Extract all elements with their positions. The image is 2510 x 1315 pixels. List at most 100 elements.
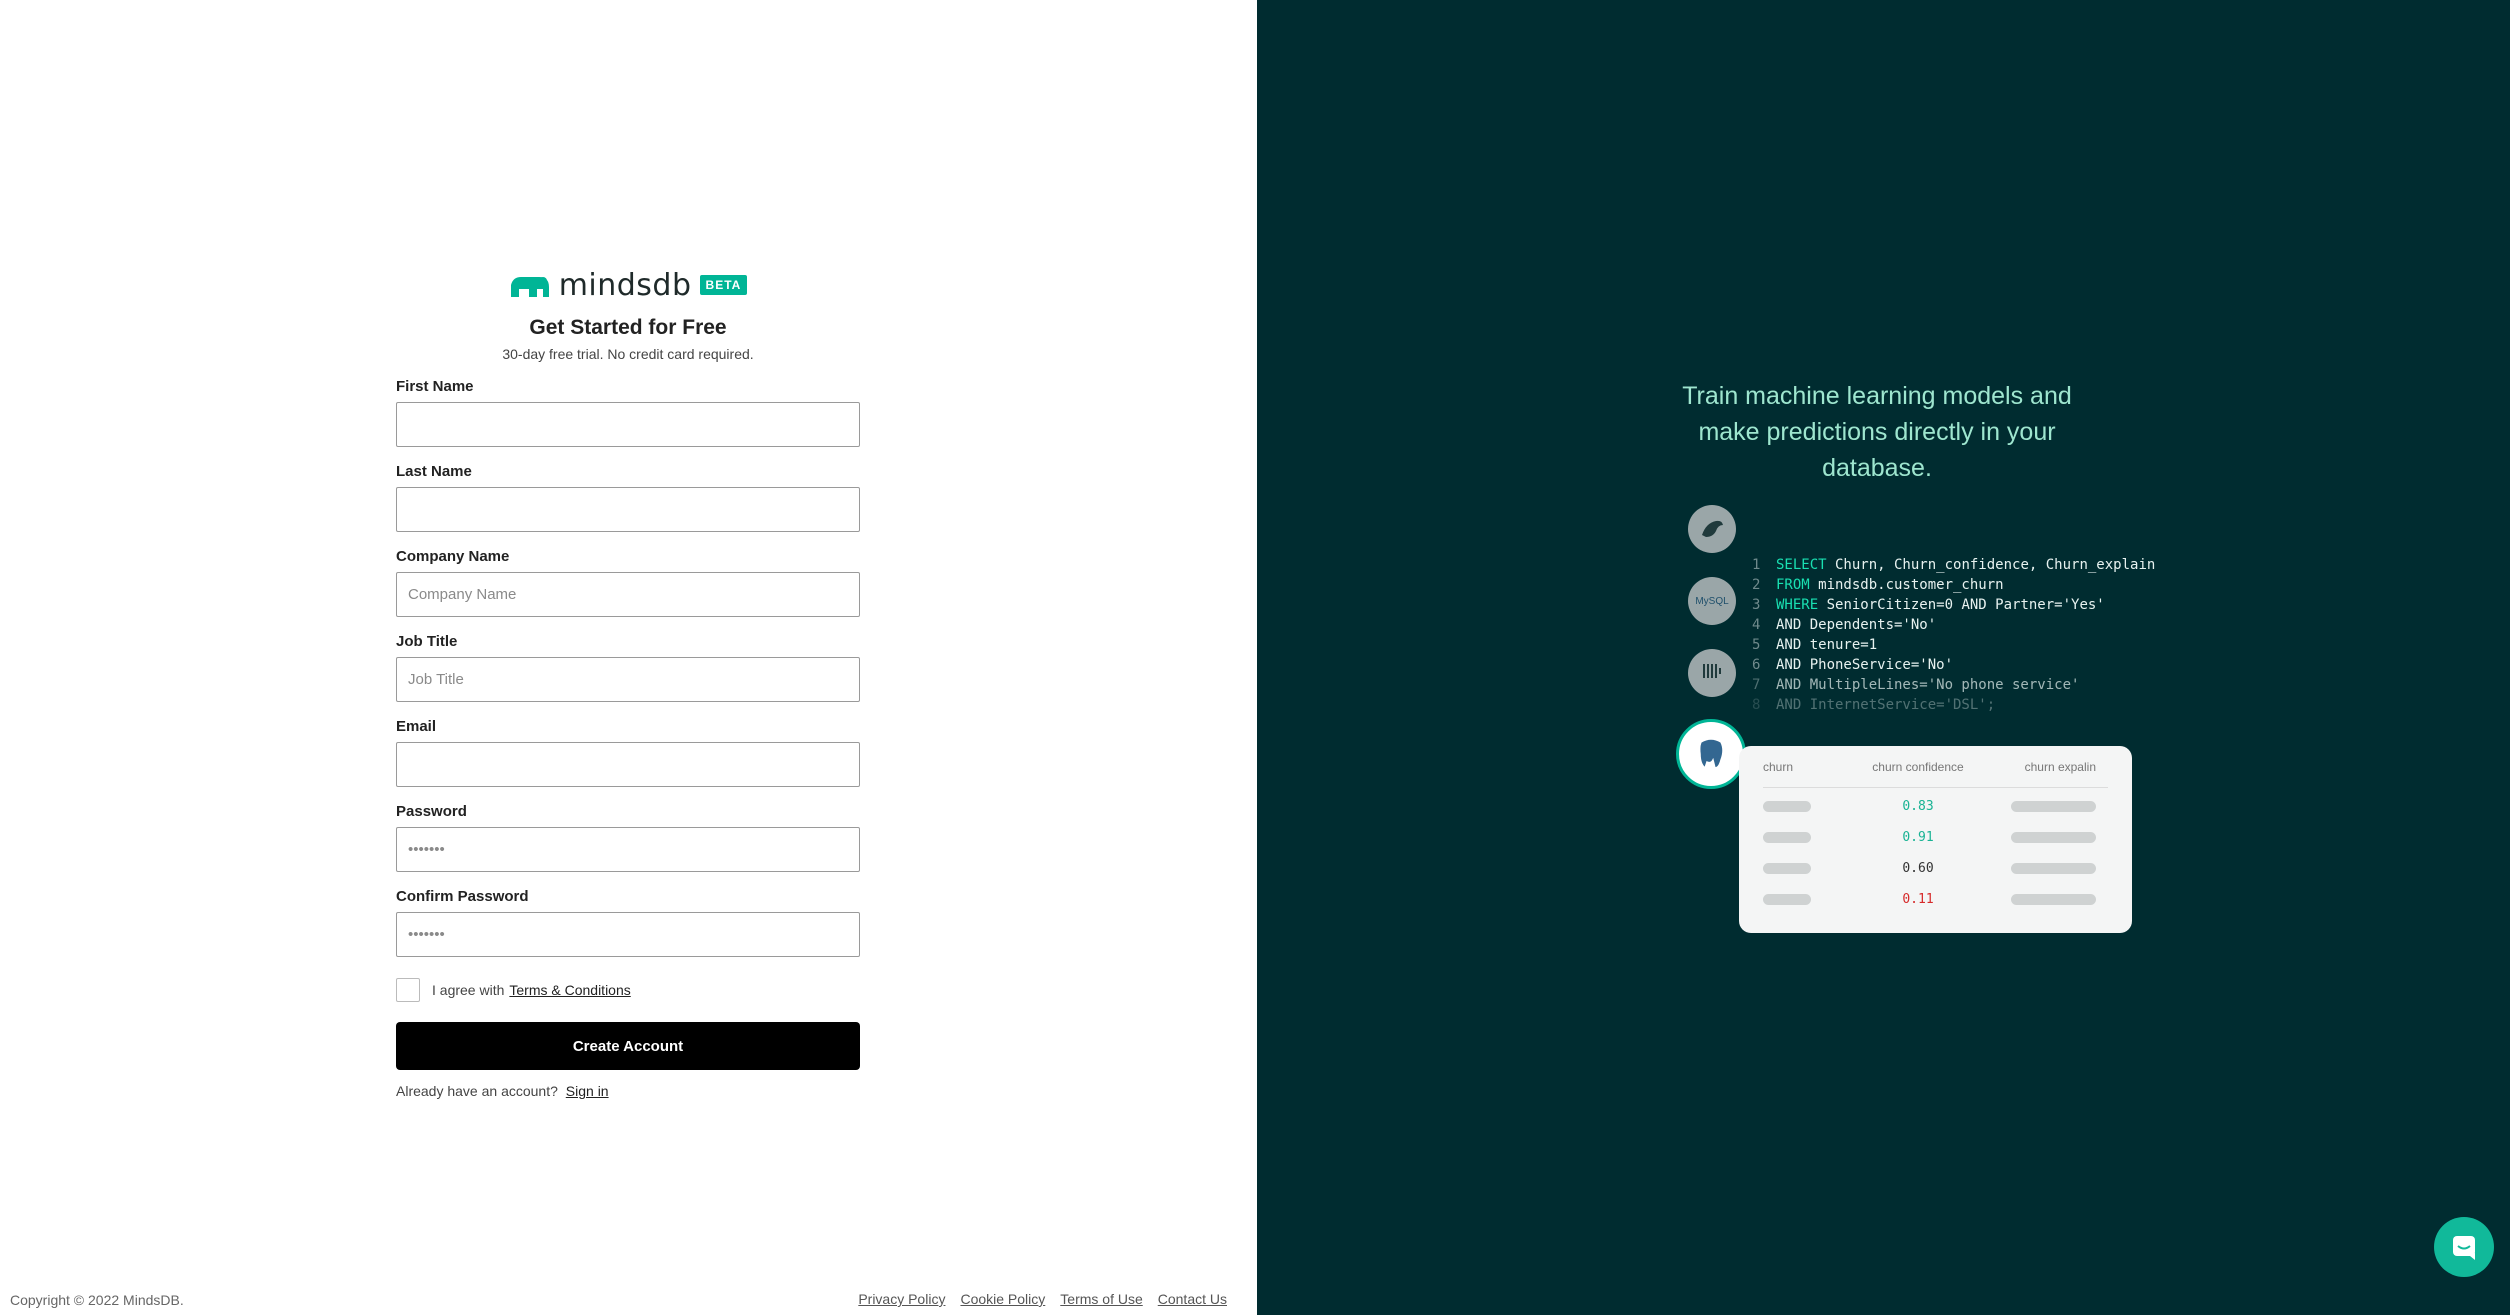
code-line-number: 1 [1752, 557, 1761, 573]
create-account-button[interactable]: Create Account [396, 1022, 860, 1070]
code-line-text: AND InternetService='DSL'; [1776, 695, 1995, 715]
email-field: Email [396, 718, 860, 787]
churn-confidence-value: 0.11 [1902, 892, 1934, 907]
code-line: 5 AND tenure=1 [1752, 635, 2155, 655]
code-line-text: WHERE SeniorCitizen=0 AND Partner='Yes' [1776, 595, 2105, 615]
terms-link[interactable]: Terms & Conditions [509, 982, 630, 998]
mariadb-seal-icon [1702, 520, 1723, 537]
placeholder-bar [1763, 863, 1811, 874]
code-line: 1 SELECT Churn, Churn_confidence, Churn_e… [1752, 555, 2155, 575]
placeholder-bar [2011, 863, 2096, 874]
churn-placeholder-cell [1763, 801, 1853, 812]
signin-link[interactable]: Sign in [566, 1083, 609, 1099]
code-line-number: 8 [1752, 697, 1761, 713]
company-name-input[interactable] [396, 572, 860, 617]
code-line-text: SELECT Churn, Churn_confidence, Churn_ex… [1776, 555, 2155, 575]
confirm-password-label: Confirm Password [396, 888, 529, 905]
cookie-policy-link[interactable]: Cookie Policy [960, 1291, 1045, 1307]
email-label: Email [396, 718, 437, 735]
code-line-text: AND Dependents='No' [1776, 615, 1936, 635]
code-line: 8 AND InternetService='DSL'; [1752, 695, 2155, 715]
confirm-password-field: Confirm Password [396, 888, 860, 957]
churn-explain-placeholder-cell [1983, 832, 2108, 843]
sql-text: AND PhoneService='No' [1776, 657, 1954, 673]
mysql-icon: MySQL [1688, 577, 1736, 625]
code-line: 3 WHERE SeniorCitizen=0 AND Partner='Yes' [1752, 595, 2155, 615]
churn-confidence-value: 0.60 [1902, 861, 1934, 876]
code-line-number: 2 [1752, 577, 1761, 593]
first-name-label: First Name [396, 378, 474, 395]
beta-badge: BETA [699, 275, 748, 295]
password-input[interactable] [396, 827, 860, 872]
sql-text: AND MultipleLines='No phone service' [1776, 677, 2080, 693]
first-name-input[interactable] [396, 402, 860, 447]
signup-panel: mindsdb BETA Get Started for Free 30-day… [0, 0, 1257, 1315]
contact-us-link[interactable]: Contact Us [1158, 1291, 1227, 1307]
code-line-text: AND PhoneService='No' [1776, 655, 1953, 675]
result-row: 0.91 [1763, 822, 2108, 853]
email-input[interactable] [396, 742, 860, 787]
job-title-input[interactable] [396, 657, 860, 702]
prediction-results-card: churn churn confidence churn expalin 0.8… [1739, 746, 2132, 933]
sql-text: Churn, Churn_confidence, Churn_explain [1826, 557, 2156, 573]
last-name-field: Last Name [396, 463, 860, 532]
code-line-number: 4 [1752, 617, 1761, 633]
code-line: 6 AND PhoneService='No' [1752, 655, 2155, 675]
header-churn-confidence: churn confidence [1872, 759, 1964, 774]
footer-links: Privacy Policy Cookie Policy Terms of Us… [858, 1291, 1227, 1307]
code-line: 4 AND Dependents='No' [1752, 615, 2155, 635]
churn-explain-placeholder-cell [1983, 894, 2108, 905]
churn-placeholder-cell [1763, 832, 1853, 843]
result-row: 0.60 [1763, 853, 2108, 884]
postgresql-elephant-icon [1698, 738, 1724, 770]
sql-keyword: WHERE [1776, 597, 1819, 613]
placeholder-bar [2011, 801, 2096, 812]
code-line-text: AND tenure=1 [1776, 635, 1877, 655]
churn-confidence-value: 0.91 [1902, 830, 1934, 845]
signin-row: Already have an account? Sign in [396, 1083, 860, 1099]
chat-icon [2453, 1236, 2475, 1260]
churn-confidence-value: 0.83 [1902, 799, 1934, 814]
code-line: 2 FROM mindsdb.customer_churn [1752, 575, 2155, 595]
result-row: 0.83 [1763, 791, 2108, 822]
job-title-label: Job Title [396, 633, 458, 650]
privacy-policy-link[interactable]: Privacy Policy [858, 1291, 945, 1307]
code-line-number: 6 [1752, 657, 1761, 673]
agree-text: I agree with [432, 982, 505, 998]
job-title-field: Job Title [396, 633, 860, 702]
sql-text: AND InternetService='DSL'; [1776, 697, 1996, 713]
first-name-field: First Name [396, 378, 860, 447]
sql-keyword: SELECT [1776, 557, 1827, 573]
header-churn: churn [1763, 759, 1794, 774]
sql-text: AND Dependents='No' [1776, 617, 1937, 633]
postgresql-icon [1676, 719, 1746, 789]
code-line-number: 5 [1752, 637, 1761, 653]
result-row: 0.11 [1763, 884, 2108, 915]
mindsdb-logo-icon [510, 277, 549, 297]
copyright: Copyright © 2022 MindsDB. [10, 1292, 184, 1308]
churn-explain-placeholder-cell [1983, 863, 2108, 874]
company-name-field: Company Name [396, 548, 860, 617]
brand: mindsdb BETA [396, 268, 860, 303]
sql-text: SeniorCitizen=0 AND Partner='Yes' [1818, 597, 2105, 613]
signup-form: mindsdb BETA Get Started for Free 30-day… [396, 268, 860, 1099]
results-rows: 0.83 0.91 0.60 0.11 [1763, 791, 2108, 915]
confirm-password-input[interactable] [396, 912, 860, 957]
chat-launcher-button[interactable] [2434, 1217, 2494, 1277]
terms-checkbox[interactable] [396, 978, 420, 1002]
placeholder-bar [2011, 894, 2096, 905]
last-name-input[interactable] [396, 487, 860, 532]
placeholder-bar [2011, 832, 2096, 843]
page-title: Get Started for Free [529, 316, 727, 339]
password-label: Password [396, 803, 467, 820]
placeholder-bar [1763, 832, 1811, 843]
terms-of-use-link[interactable]: Terms of Use [1060, 1291, 1142, 1307]
code-line-number: 3 [1752, 597, 1761, 613]
results-header: churn churn confidence churn expalin [1763, 746, 2108, 788]
code-line: 7 AND MultipleLines='No phone service' [1752, 675, 2155, 695]
clickhouse-bars-icon [1703, 664, 1721, 678]
churn-placeholder-cell [1763, 894, 1853, 905]
sql-text: AND tenure=1 [1776, 637, 1878, 653]
header-churn-explain: churn expalin [2024, 759, 2096, 774]
code-line-text: AND MultipleLines='No phone service' [1776, 675, 2079, 695]
